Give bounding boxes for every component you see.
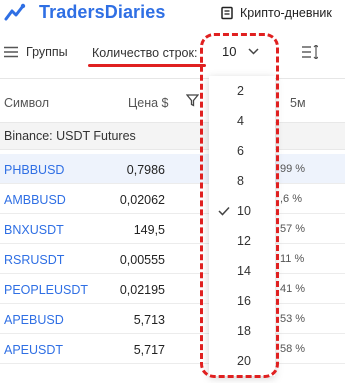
group-row[interactable]: Binance: USDT Futures (0, 122, 345, 150)
app-header: TradersDiaries Крипто-дневник (0, 0, 345, 30)
table-header: Символ Цена $ 5м (0, 88, 345, 118)
price-cell: 0,02062 (119, 193, 165, 207)
symbol-link[interactable]: APEBUSD (4, 313, 64, 327)
logo-icon (4, 3, 26, 21)
divider (0, 78, 345, 79)
journal-label: Крипто-дневник (240, 6, 332, 20)
book-icon (221, 6, 233, 20)
change-cell: 99 % (280, 163, 306, 175)
table-row[interactable]: BNXUSDT 149,5 57 % (0, 214, 345, 244)
symbol-link[interactable]: PHBBUSD (4, 163, 64, 177)
column-header-change-5m[interactable]: 5м (290, 96, 306, 110)
brand-name: TradersDiaries (39, 2, 166, 22)
change-cell: 11 % (280, 253, 305, 265)
column-header-symbol[interactable]: Символ (4, 96, 49, 110)
change-cell: ,6 % (280, 193, 303, 205)
change-cell: 57 % (280, 223, 306, 235)
rows-count-label: Количество строк: (92, 46, 198, 60)
change-cell: 53 % (280, 313, 306, 325)
column-header-price[interactable]: Цена $ (128, 96, 168, 110)
table-row[interactable]: PHBBUSD 0,7986 99 % (0, 154, 345, 184)
table-row[interactable]: APEBUSD 5,713 53 % (0, 304, 345, 334)
density-icon[interactable] (302, 45, 318, 59)
price-cell: 5,717 (133, 343, 165, 357)
price-cell: 149,5 (133, 223, 165, 237)
group-label: Binance: USDT Futures (4, 129, 136, 143)
symbol-link[interactable]: APEUSDT (4, 343, 63, 357)
annotation-highlight (200, 33, 279, 378)
menu-icon (4, 46, 18, 58)
crypto-journal-link[interactable]: Крипто-дневник (220, 6, 332, 20)
price-cell: 0,02195 (119, 283, 165, 297)
groups-label: Группы (26, 45, 68, 59)
symbol-link[interactable]: BNXUSDT (4, 223, 64, 237)
change-cell: 41 % (280, 283, 306, 295)
symbol-link[interactable]: PEOPLEUSDT (4, 283, 88, 297)
price-cell: 0,7986 (126, 163, 165, 177)
price-cell: 5,713 (133, 313, 165, 327)
table-row[interactable]: PEOPLEUSDT 0,02195 41 % (0, 274, 345, 304)
table-row[interactable]: AMBBUSD 0,02062 ,6 % (0, 184, 345, 214)
table-row[interactable]: RSRUSDT 0,00555 11 % (0, 244, 345, 274)
change-cell: 58 % (280, 343, 306, 355)
groups-button[interactable]: Группы (4, 45, 68, 59)
table-row[interactable]: APEUSDT 5,717 58 % (0, 334, 345, 364)
price-cell: 0,00555 (119, 253, 165, 267)
symbol-link[interactable]: AMBBUSD (4, 193, 66, 207)
symbol-link[interactable]: RSRUSDT (4, 253, 64, 267)
filter-icon[interactable] (186, 94, 199, 107)
annotation-underline (88, 64, 206, 67)
